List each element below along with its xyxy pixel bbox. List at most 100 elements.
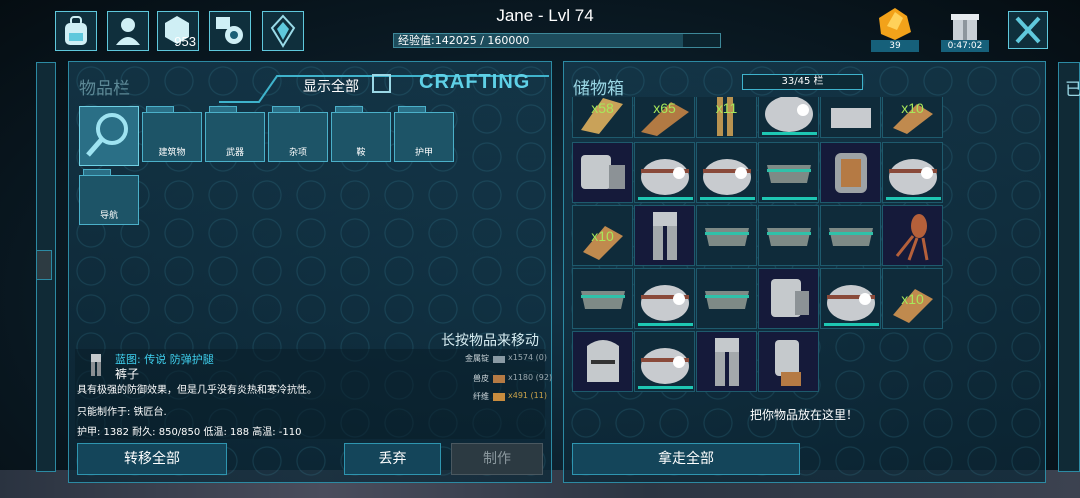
item-stats: 护甲: 1382 耐久: 850/850 低温: 188 高温: -110 (77, 427, 302, 438)
crafting-label[interactable]: CRAFTING (419, 71, 530, 94)
folder-structures[interactable]: 建筑物 (142, 106, 202, 162)
right-side-panel: 已 (1058, 62, 1080, 472)
take-all-button[interactable]: 拿走全部 (572, 443, 800, 475)
folder-saddles[interactable]: 鞍 (331, 106, 391, 162)
storage-slot[interactable] (696, 142, 757, 203)
squid-creature-icon (895, 214, 929, 261)
storage-slot[interactable]: x65 (634, 97, 695, 138)
stack-quantity: x65 (653, 100, 676, 116)
magnifier-icon (86, 113, 128, 157)
settings-tab-button[interactable] (209, 11, 251, 51)
cost-row: 纤维 x491 (11) (453, 391, 553, 405)
fiber-icon (493, 393, 505, 401)
storage-slot[interactable] (758, 268, 819, 329)
storage-slot[interactable]: x10 (572, 205, 633, 266)
inventory-title: 物品栏 (79, 79, 130, 99)
miner-helmet-icon (641, 348, 689, 384)
storage-panel: 储物箱 33/45 栏 x58 x65 x11 x10 x10 x10 把你物品… (563, 61, 1046, 483)
leggings-icon (715, 338, 739, 386)
experience-text: 经验值:142025 / 160000 (398, 34, 530, 47)
storage-slot[interactable]: x58 (572, 97, 633, 138)
folder-misc[interactable]: 杂项 (268, 106, 328, 162)
armor-boots-icon (767, 228, 811, 246)
craft-button[interactable]: 制作 (451, 443, 543, 475)
stack-quantity: x10 (591, 228, 614, 244)
storage-slot[interactable] (758, 331, 819, 392)
inventory-panel: 物品栏 显示全部 CRAFTING 建筑物 武器 杂项 鞍 护甲 导航 长按物品… (68, 61, 552, 483)
miner-helmet-icon (641, 159, 689, 195)
backpack-icon (65, 16, 87, 45)
left-side-tab[interactable] (36, 250, 52, 280)
folder-weapons[interactable]: 武器 (205, 106, 265, 162)
miner-helmet-icon (889, 159, 937, 195)
armor-boots-icon (831, 108, 871, 128)
folder-armor[interactable]: 护甲 (394, 106, 454, 162)
storage-slot[interactable] (696, 268, 757, 329)
cost-name: 纤维 (473, 392, 489, 401)
gear-icon (216, 17, 243, 44)
capacity-text: 33/45 栏 (781, 76, 824, 87)
stack-quantity: x58 (591, 100, 614, 116)
item-craft-location: 只能制作于: 铁匠台. (77, 407, 167, 418)
storage-slot[interactable] (572, 331, 633, 392)
cost-name: 金属锭 (465, 354, 489, 363)
storage-slot[interactable] (634, 205, 695, 266)
leggings-icon (653, 212, 677, 260)
storage-slot[interactable] (820, 142, 881, 203)
armor-boots-icon (705, 291, 749, 309)
gift-reward[interactable]: 0:47:02 (941, 6, 989, 52)
show-all-checkbox[interactable] (372, 74, 391, 93)
folder-label: 建筑物 (158, 148, 186, 158)
storage-slot[interactable]: x11 (696, 97, 757, 138)
storage-title: 储物箱 (573, 79, 624, 99)
storage-slot[interactable] (882, 205, 943, 266)
inventory-tab-button[interactable] (55, 11, 97, 51)
storage-slot[interactable]: x10 (882, 97, 943, 138)
storage-slot[interactable] (758, 205, 819, 266)
storage-slot[interactable] (820, 268, 881, 329)
storage-slot[interactable] (882, 142, 943, 203)
folder-label: 护甲 (414, 148, 433, 158)
cost-row: 兽皮 x1180 (92) (453, 373, 553, 387)
folder-label: 鞍 (356, 148, 366, 158)
close-button[interactable] (1008, 11, 1048, 49)
drop-button[interactable]: 丢弃 (344, 443, 441, 475)
cost-row: 金属锭 x1574 (0) (453, 353, 553, 367)
premium-resource[interactable]: 39 (871, 6, 919, 52)
storage-slot[interactable] (572, 268, 633, 329)
storage-slot[interactable] (758, 142, 819, 203)
storage-slot[interactable] (696, 205, 757, 266)
item-name: 裤子 (115, 367, 140, 381)
durability-bar (638, 386, 693, 389)
folder-label: 导航 (99, 211, 118, 221)
storage-slot[interactable] (758, 97, 819, 138)
cost-amount: x491 (11) (508, 391, 547, 400)
storage-slot[interactable] (820, 205, 881, 266)
storage-slot[interactable] (696, 331, 757, 392)
durability-bar (824, 323, 879, 326)
stack-quantity: x10 (901, 291, 924, 307)
tribe-tab-button[interactable] (262, 11, 304, 51)
person-icon (116, 18, 140, 45)
show-all-label: 显示全部 (303, 79, 359, 95)
durability-bar (638, 197, 693, 200)
cost-name: 兽皮 (473, 374, 489, 383)
character-tab-button[interactable] (107, 11, 149, 51)
storage-slot[interactable] (820, 97, 881, 138)
durability-bar (700, 197, 755, 200)
metal-gauntlet-icon (775, 340, 801, 386)
storage-slot[interactable] (634, 268, 695, 329)
transfer-all-button[interactable]: 转移全部 (77, 443, 227, 475)
folder-navigation[interactable]: 导航 (79, 169, 139, 225)
armor-boots-icon (767, 165, 811, 183)
engrams-tab-button[interactable]: 953 (157, 11, 199, 51)
search-folder-tile[interactable] (79, 106, 139, 166)
close-icon (1015, 16, 1041, 44)
storage-slot[interactable] (572, 142, 633, 203)
storage-slot[interactable] (634, 142, 695, 203)
hide-icon (493, 375, 505, 383)
storage-slot[interactable] (634, 331, 695, 392)
storage-slot[interactable]: x10 (882, 268, 943, 329)
crystal-emblem-icon (270, 14, 296, 48)
durability-bar (886, 197, 941, 200)
